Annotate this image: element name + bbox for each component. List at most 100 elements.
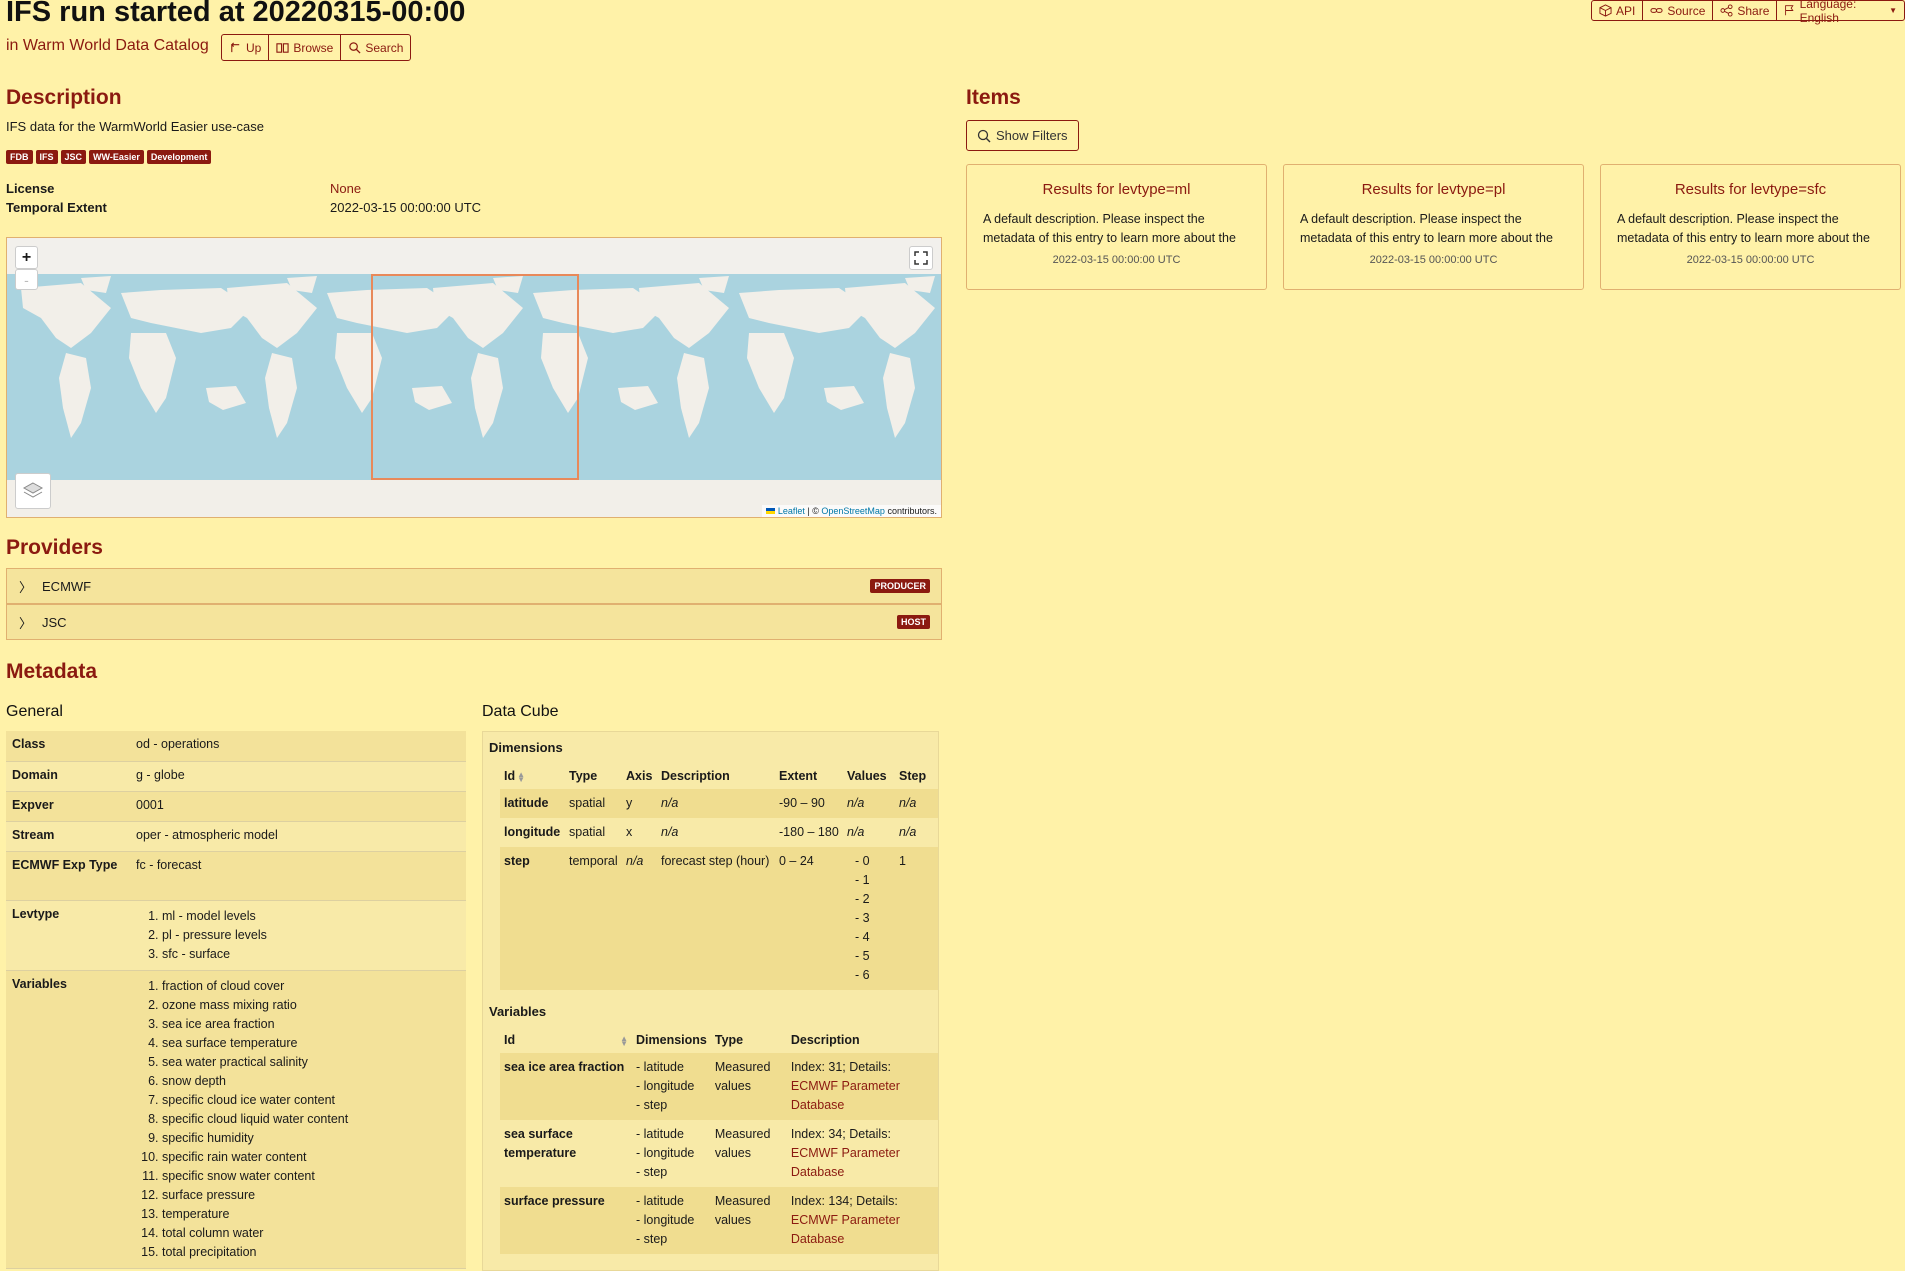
browse-button-label: Browse [293, 40, 334, 55]
layers-button[interactable] [15, 473, 51, 509]
item-card-title[interactable]: Results for levtype=sfc [1617, 181, 1884, 198]
browse-button[interactable]: Browse [269, 35, 342, 60]
license-value[interactable]: None [330, 181, 361, 196]
row-value: g - globe [130, 761, 466, 792]
list-item: specific cloud liquid water content [162, 1110, 460, 1129]
zoom-out-button[interactable]: - [15, 269, 38, 290]
parent-catalog-link[interactable]: in Warm World Data Catalog [6, 37, 209, 55]
share-button-label: Share [1737, 3, 1770, 18]
row-label: Levtype [6, 900, 130, 971]
api-button[interactable]: API [1592, 1, 1644, 20]
table-row: ECMWF Exp Type fc - forecast [6, 851, 466, 901]
show-filters-label: Show Filters [996, 128, 1068, 143]
row-label: Variables [6, 970, 130, 1269]
item-card-ml[interactable]: Results for levtype=ml A default descrip… [966, 164, 1267, 290]
search-icon [977, 129, 991, 142]
nav-button-group: Up Browse Search [221, 34, 412, 61]
description-heading: Description [6, 86, 122, 109]
search-button[interactable]: Search [341, 35, 410, 60]
list-item: ozone mass mixing ratio [162, 996, 460, 1015]
list-item: specific cloud ice water content [162, 1091, 460, 1110]
item-card-sfc[interactable]: Results for levtype=sfc A default descri… [1600, 164, 1901, 290]
var-id: surface pressure [500, 1187, 632, 1254]
dim-type: spatial [565, 818, 622, 847]
item-card-pl[interactable]: Results for levtype=pl A default descrip… [1283, 164, 1584, 290]
list-item: specific rain water content [162, 1148, 460, 1167]
sort-icon[interactable]: ▲ ▼ [620, 1034, 628, 1047]
share-button[interactable]: Share [1713, 1, 1778, 20]
var-type: Measured values [710, 1053, 787, 1120]
dim-header: Description [657, 763, 775, 789]
dim-axis: y [622, 789, 657, 818]
dim-id: step [500, 847, 565, 990]
link-icon [1650, 8, 1663, 13]
leaflet-link[interactable]: Leaflet [778, 506, 805, 516]
provider-row-jsc[interactable]: 〉 JSC HOST [6, 604, 942, 640]
item-card-title[interactable]: Results for levtype=pl [1300, 181, 1567, 198]
var-dims: - latitude - longitude - step [632, 1187, 711, 1254]
show-filters-button[interactable]: Show Filters [966, 120, 1079, 151]
item-card-description: A default description. Please inspect th… [983, 212, 1236, 245]
dim-value: - 4 [855, 930, 870, 944]
keyword-badge: FDB [6, 150, 33, 164]
up-button-label: Up [246, 40, 262, 55]
var-dims: - latitude - longitude - step [632, 1120, 711, 1187]
general-heading: General [6, 703, 63, 720]
osm-link[interactable]: OpenStreetMap [821, 506, 885, 516]
var-id: sea ice area fraction [500, 1053, 632, 1120]
list-item: surface pressure [162, 1186, 460, 1205]
dim-extent: -90 – 90 [775, 789, 843, 818]
dimensions-label: Dimensions [489, 740, 563, 755]
dim-step: 1 [895, 847, 938, 990]
dim-header-id[interactable]: Id ▲ ▼ [500, 763, 565, 789]
table-row: Variables fraction of cloud coverozone m… [6, 970, 466, 1269]
attribution-contributors: contributors. [887, 506, 937, 516]
table-row: sea ice area fraction - latitude - longit… [500, 1053, 938, 1120]
cube-variables-table: Id ▲ ▼ Dimensions Type Description sea ice… [500, 1027, 938, 1254]
page-title: IFS run started at 20220315-00:00 [6, 0, 466, 28]
list-item: pl - pressure levels [162, 926, 460, 945]
dim-value: - 6 [855, 968, 870, 982]
var-header: Dimensions [632, 1027, 711, 1053]
sort-icon[interactable]: ▲ ▼ [517, 770, 525, 783]
source-button[interactable]: Source [1643, 1, 1714, 20]
zoom-in-button[interactable]: + [15, 246, 38, 269]
dim-value: - 5 [855, 949, 870, 963]
world-map-tiles [7, 274, 941, 517]
dim-step: n/a [895, 818, 938, 847]
cube-variables-label: Variables [489, 1004, 547, 1019]
item-card-title[interactable]: Results for levtype=ml [983, 181, 1250, 198]
language-button[interactable]: Language: English ▼ [1777, 0, 1904, 25]
dim-header: Type [565, 763, 622, 789]
temporal-extent-value: 2022-03-15 00:00:00 UTC [330, 200, 482, 215]
book-icon [276, 43, 289, 53]
extent-map[interactable]: + - Leaflet | © OpenStreetMap contributo… [6, 237, 942, 518]
var-id: sea surface temperature [500, 1120, 632, 1187]
table-row: latitude spatial y n/a -90 – 90 n/a n/a [500, 789, 938, 818]
dim-step: n/a [895, 789, 938, 818]
var-type: Measured values [710, 1120, 787, 1187]
list-item: ml - model levels [162, 907, 460, 926]
var-desc: Index: 34; Details: ECMWF Parameter Datab… [786, 1120, 938, 1187]
dim-id: longitude [500, 818, 565, 847]
fullscreen-button[interactable] [909, 246, 933, 270]
dim-desc: n/a [657, 789, 775, 818]
source-button-label: Source [1667, 3, 1706, 18]
list-item: sfc - surface [162, 945, 460, 964]
up-button[interactable]: Up [222, 35, 270, 60]
ecmwf-param-db-link[interactable]: ECMWF Parameter Database [791, 1079, 900, 1112]
provider-role-badge: PRODUCER [870, 579, 930, 593]
dim-axis: x [622, 818, 657, 847]
list-item: sea surface temperature [162, 1034, 460, 1053]
list-item: fraction of cloud cover [162, 977, 460, 996]
table-row: Stream oper - atmospheric model [6, 821, 466, 852]
ecmwf-param-db-link[interactable]: ECMWF Parameter Database [791, 1213, 900, 1246]
table-row: Levtype ml - model levels pl - pressure … [6, 900, 466, 971]
dim-desc: forecast step (hour) [657, 847, 775, 990]
var-header-id[interactable]: Id ▲ ▼ [500, 1027, 632, 1053]
provider-row-ecmwf[interactable]: 〉 ECMWF PRODUCER [6, 568, 942, 604]
provider-role-badge: HOST [896, 615, 930, 629]
table-row: sea surface temperature - latitude - long… [500, 1120, 938, 1187]
ecmwf-param-db-link[interactable]: ECMWF Parameter Database [791, 1146, 900, 1179]
keyword-badge: Development [146, 150, 212, 164]
